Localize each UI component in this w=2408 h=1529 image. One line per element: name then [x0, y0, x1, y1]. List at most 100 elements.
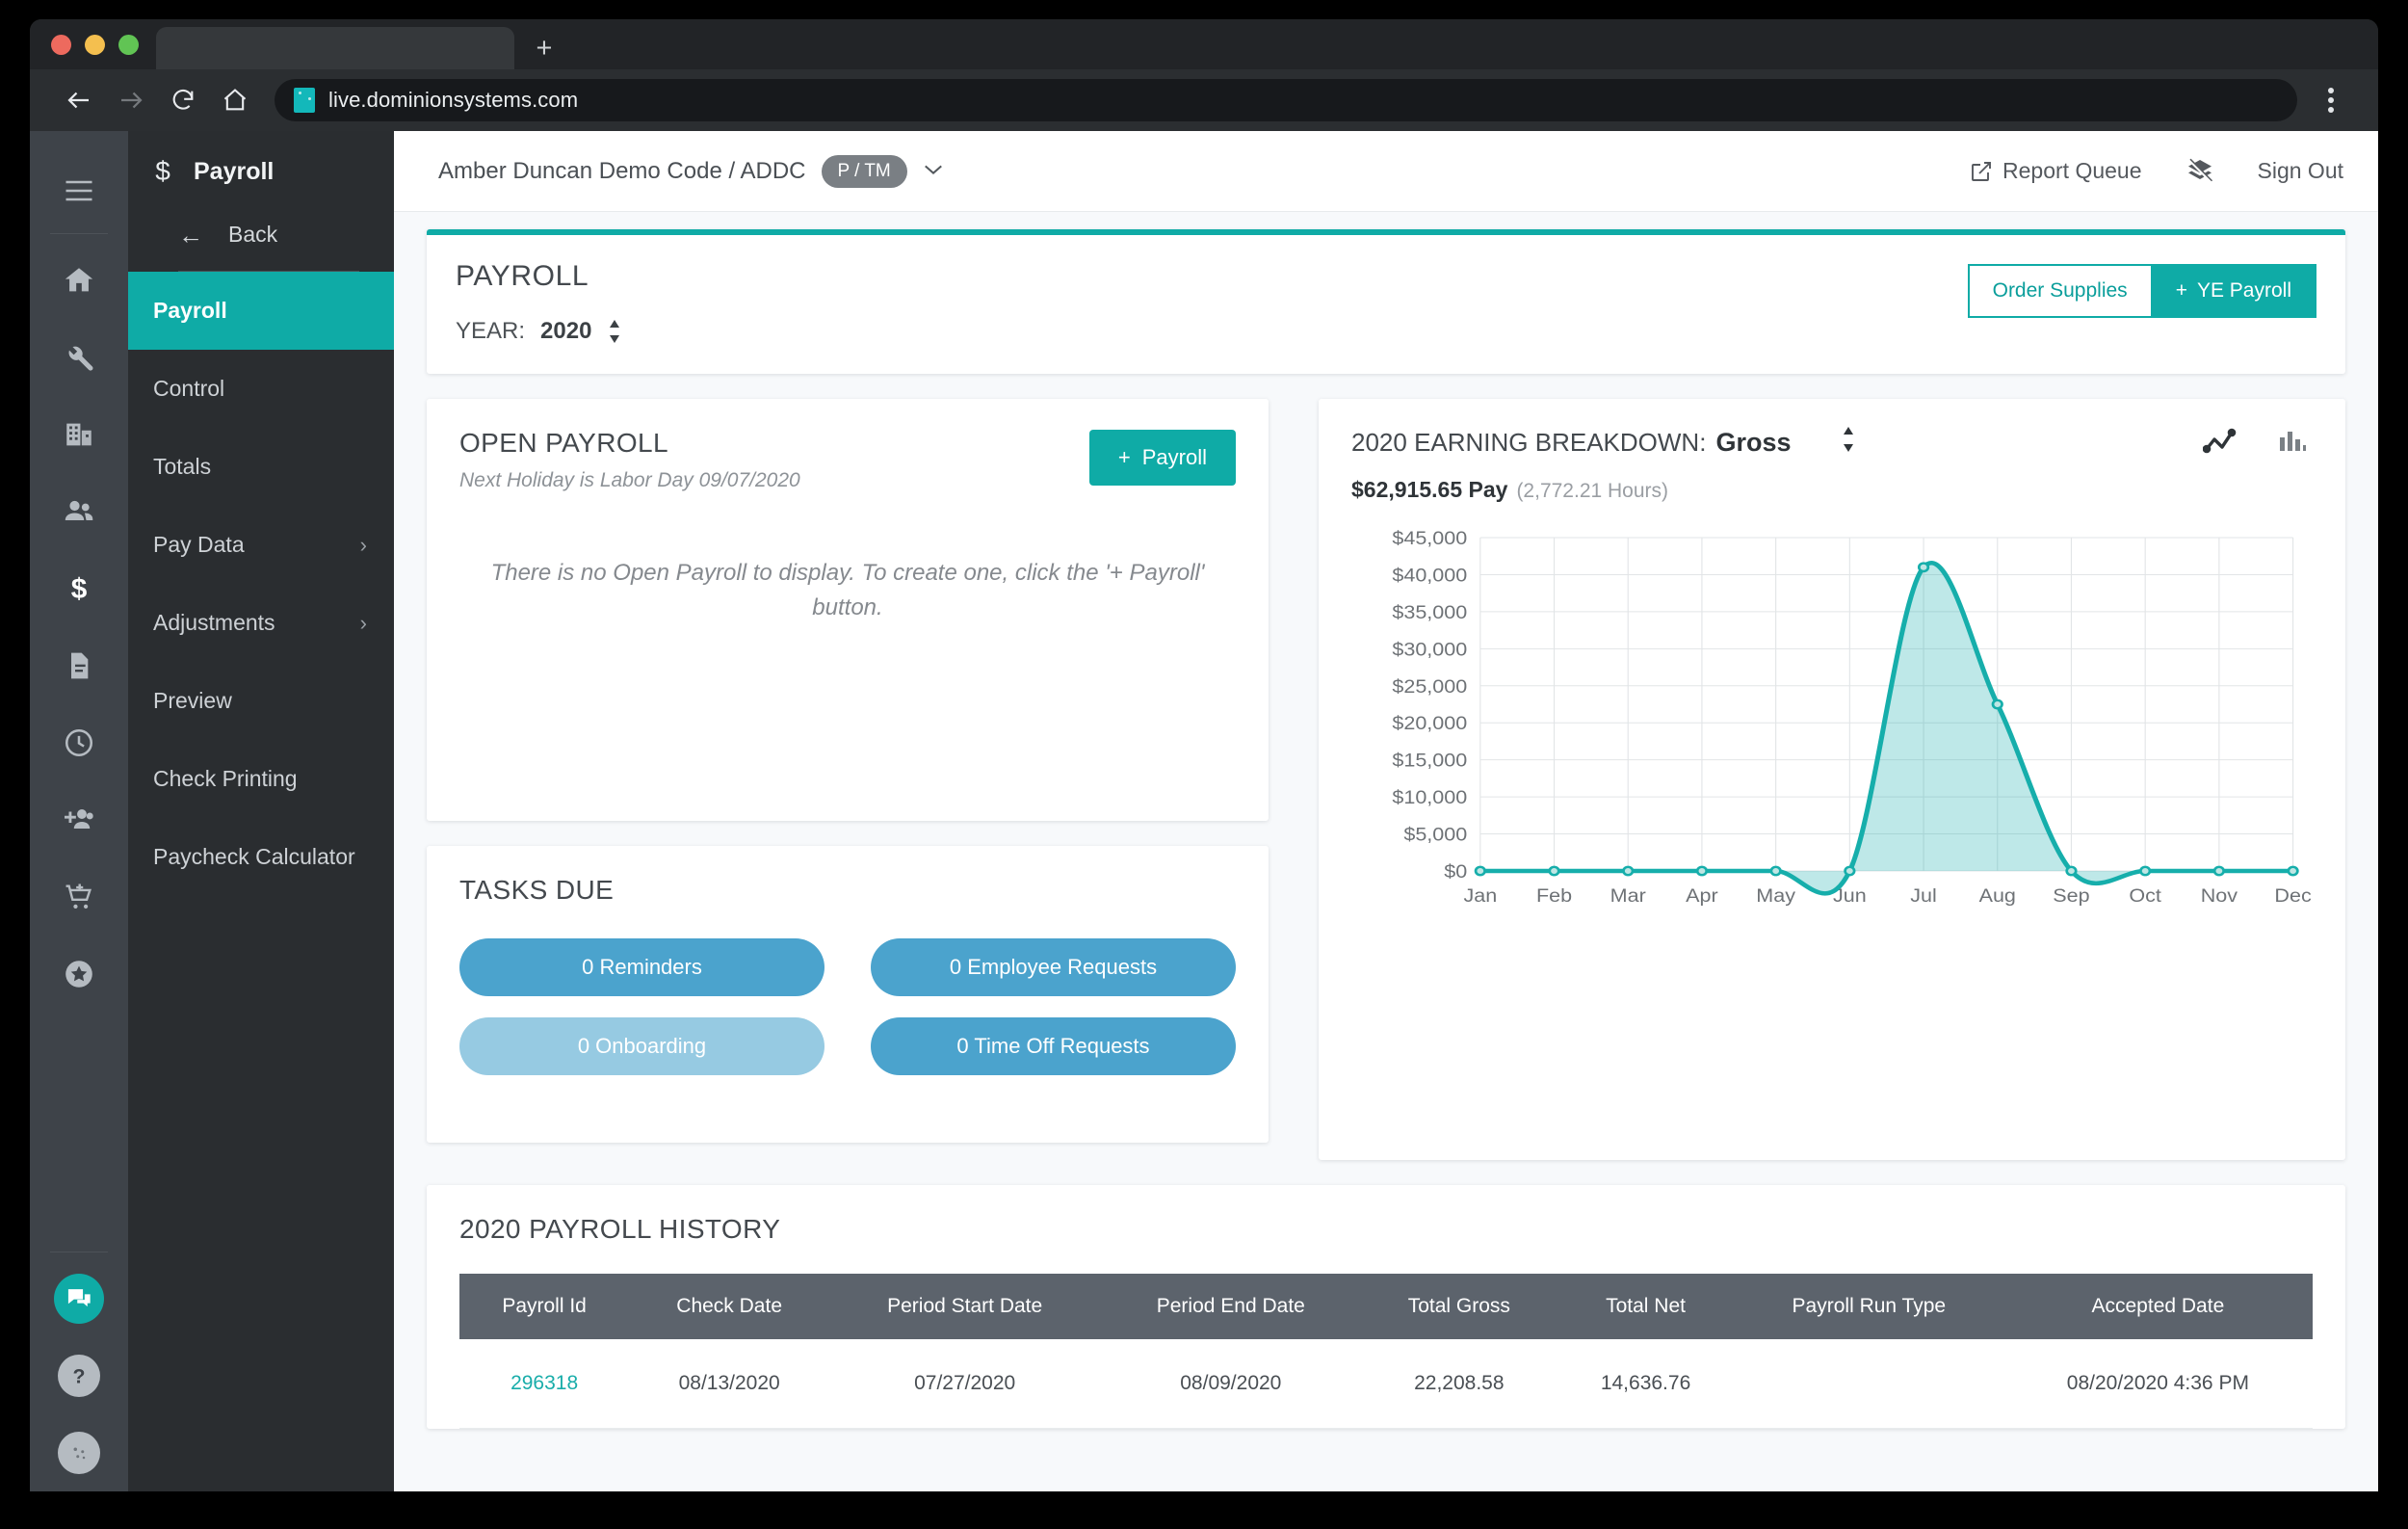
column-total-net[interactable]: Total Net [1557, 1274, 1735, 1339]
address-bar[interactable]: live.dominionsystems.com [275, 79, 2297, 121]
wrench-icon[interactable] [30, 319, 128, 396]
cell-check-date: 08/13/2020 [629, 1339, 830, 1429]
add-payroll-button[interactable]: + Payroll [1088, 430, 1236, 486]
layers-off-icon[interactable] [2185, 156, 2215, 187]
tasks-pill-grid: 0 Reminders 0 Employee Requests 0 Onboar… [459, 938, 1236, 1075]
dollar-icon[interactable]: $ [30, 550, 128, 627]
column-payroll-id[interactable]: Payroll Id [459, 1274, 630, 1339]
sidebar-item-paycheck-calculator[interactable]: Paycheck Calculator [128, 818, 394, 896]
ye-payroll-label: YE Payroll [2196, 279, 2291, 302]
sidebar-item-label: Control [153, 376, 225, 401]
payroll-history-table: Payroll Id Check Date Period Start Date … [459, 1274, 2313, 1429]
payroll-actions: Order Supplies + YE Payroll [1967, 264, 2316, 318]
line-chart-icon[interactable] [2202, 428, 2238, 460]
people-icon[interactable] [30, 473, 128, 550]
table-row[interactable]: 296318 08/13/2020 07/27/2020 08/09/2020 … [459, 1339, 2313, 1429]
sidebar-item-adjustments[interactable]: Adjustments › [128, 584, 394, 662]
cell-payroll-id[interactable]: 296318 [459, 1339, 630, 1429]
column-period-start-date[interactable]: Period Start Date [829, 1274, 1101, 1339]
star-badge-icon[interactable] [30, 936, 128, 1013]
company-name: Amber Duncan Demo Code / ADDC [438, 157, 806, 184]
home-icon[interactable] [30, 242, 128, 319]
reload-icon[interactable] [157, 74, 209, 126]
tasks-pill-time-off-requests[interactable]: 0 Time Off Requests [871, 1017, 1236, 1075]
user-avatar[interactable] [58, 1432, 100, 1474]
year-selector[interactable]: YEAR: 2020 [456, 318, 2316, 345]
clock-icon[interactable] [30, 704, 128, 781]
kebab-menu-icon[interactable] [2307, 76, 2355, 124]
chart-type-toggle [2202, 428, 2307, 460]
cell-period-start: 07/27/2020 [829, 1339, 1101, 1429]
browser-tabstrip: + [30, 19, 2378, 69]
tasks-pill-reminders[interactable]: 0 Reminders [459, 938, 824, 996]
cell-total-net: 14,636.76 [1557, 1339, 1735, 1429]
sidebar-item-label: Paycheck Calculator [153, 844, 355, 869]
close-window-button[interactable] [51, 34, 71, 55]
year-stepper-icon[interactable] [607, 319, 622, 344]
sidebar-item-label: Totals [153, 454, 212, 479]
sidebar-item-preview[interactable]: Preview [128, 662, 394, 740]
svg-text:Mar: Mar [1610, 886, 1646, 907]
sidebar-item-check-printing[interactable]: Check Printing [128, 740, 394, 818]
bar-chart-icon[interactable] [2278, 428, 2307, 460]
document-icon[interactable] [30, 627, 128, 704]
order-supplies-button[interactable]: Order Supplies [1967, 264, 2151, 318]
back-arrow-icon[interactable] [53, 74, 105, 126]
svg-text:$: $ [71, 573, 88, 605]
site-favicon-icon [294, 88, 315, 113]
chevron-right-icon: › [359, 532, 367, 557]
pay-amount: $62,915.65 Pay [1351, 477, 1508, 502]
browser-tab[interactable] [156, 27, 514, 69]
earning-pay-summary: $62,915.65 Pay (2,772.21 Hours) [1351, 477, 2313, 503]
sidebar-item-control[interactable]: Control [128, 350, 394, 428]
table-header-row: Payroll Id Check Date Period Start Date … [459, 1274, 2313, 1339]
column-accepted-date[interactable]: Accepted Date [2002, 1274, 2313, 1339]
rail-divider [50, 233, 108, 234]
help-circle[interactable]: ? [58, 1355, 100, 1397]
forward-arrow-icon[interactable] [105, 74, 157, 126]
svg-text:$20,000: $20,000 [1392, 714, 1467, 734]
cell-total-gross: 22,208.58 [1361, 1339, 1557, 1429]
tasks-pill-employee-requests[interactable]: 0 Employee Requests [871, 938, 1236, 996]
building-icon[interactable] [30, 396, 128, 473]
question-help-icon[interactable]: ? [30, 1337, 128, 1414]
new-tab-button[interactable]: + [514, 27, 574, 69]
right-column: 2020 EARNING BREAKDOWN: Gross $62,915.65… [1319, 399, 2345, 1160]
svg-text:$10,000: $10,000 [1392, 788, 1467, 808]
chevron-down-icon[interactable] [923, 161, 944, 182]
sign-out-button[interactable]: Sign Out [2258, 158, 2344, 184]
plus-icon: + [2175, 279, 2187, 302]
sidebar-item-label: Preview [153, 688, 232, 713]
url-text: live.dominionsystems.com [328, 88, 579, 112]
column-payroll-run-type[interactable]: Payroll Run Type [1734, 1274, 2003, 1339]
chat-icon[interactable] [30, 1260, 128, 1337]
back-button[interactable]: ← Back [178, 208, 359, 272]
sidebar-item-label: Adjustments [153, 610, 275, 635]
home-icon[interactable] [209, 74, 261, 126]
cart-add-icon[interactable] [30, 858, 128, 936]
earning-type-stepper-icon[interactable] [1841, 426, 1856, 460]
svg-text:Sep: Sep [2053, 886, 2089, 907]
sidebar-header: $ Payroll [128, 131, 394, 208]
report-queue-button[interactable]: Report Queue [1970, 158, 2142, 184]
tasks-pill-onboarding[interactable]: 0 Onboarding [459, 1017, 824, 1075]
column-check-date[interactable]: Check Date [629, 1274, 830, 1339]
ye-payroll-button[interactable]: + YE Payroll [2150, 264, 2316, 318]
person-add-icon[interactable] [30, 781, 128, 858]
avatar-icon[interactable] [30, 1414, 128, 1491]
column-total-gross[interactable]: Total Gross [1361, 1274, 1557, 1339]
table-body: 296318 08/13/2020 07/27/2020 08/09/2020 … [459, 1339, 2313, 1429]
chat-button[interactable] [54, 1274, 104, 1324]
sidebar-item-totals[interactable]: Totals [128, 428, 394, 506]
sidebar-item-pay-data[interactable]: Pay Data › [128, 506, 394, 584]
maximize-window-button[interactable] [118, 34, 139, 55]
column-period-end-date[interactable]: Period End Date [1100, 1274, 1362, 1339]
table-head: Payroll Id Check Date Period Start Date … [459, 1274, 2313, 1339]
minimize-window-button[interactable] [85, 34, 105, 55]
main-content: Amber Duncan Demo Code / ADDC P / TM Rep… [394, 131, 2378, 1491]
cell-accepted-date: 08/20/2020 4:36 PM [2002, 1339, 2313, 1429]
sidebar-item-payroll[interactable]: Payroll [128, 272, 394, 350]
tasks-due-card: TASKS DUE 0 Reminders 0 Employee Request… [427, 846, 1269, 1143]
year-value: 2020 [540, 318, 592, 344]
hamburger-menu-icon[interactable] [30, 152, 128, 229]
